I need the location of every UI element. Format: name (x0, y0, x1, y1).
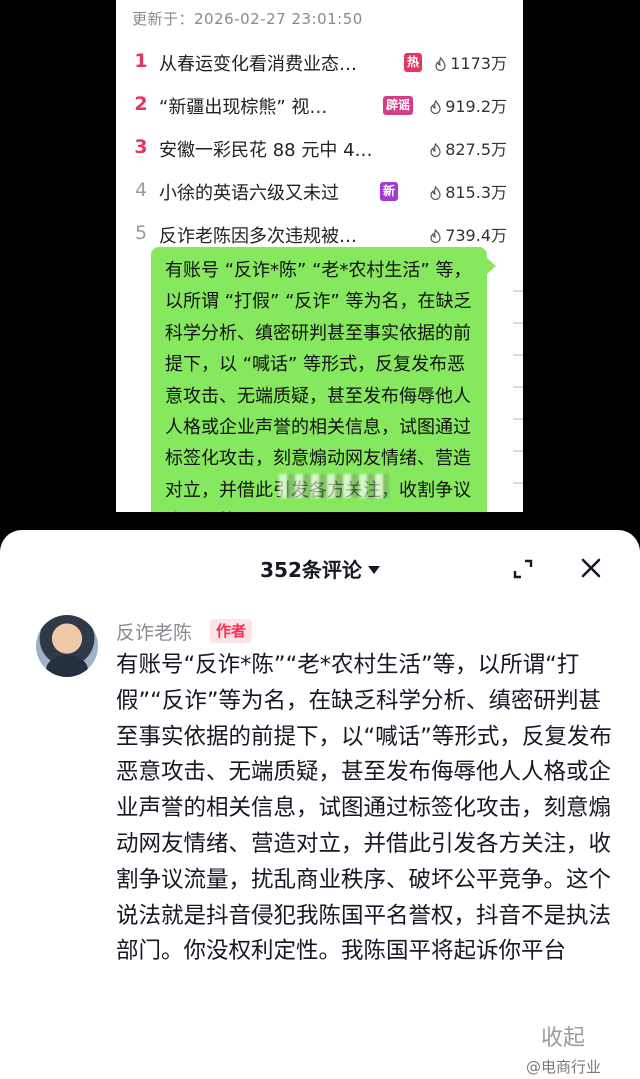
heat-value: 919.2万 (430, 93, 507, 117)
author-badge: 作者 (210, 619, 253, 643)
hot-list-item[interactable]: 4 小徐的英语六级又未过 新 815.3万 (116, 179, 523, 219)
heat-value: 1173万 (435, 50, 507, 74)
hot-list-item[interactable]: 1 从春运变化看消费业态… 热 1173万 (116, 50, 523, 90)
caret-down-icon (367, 566, 380, 574)
hot-item-title: 安徽一彩民花 88 元中 4… (159, 140, 373, 161)
rank-number: 2 (134, 93, 148, 115)
hot-item-title: 从春运变化看消费业态… (159, 54, 357, 75)
divider (513, 260, 523, 510)
comments-sheet: 352条评论 反诈老陈 作者 有账号“反诈*陈”“老*农村生活”等，以所谓“打假… (0, 530, 640, 1079)
comments-count-dropdown[interactable]: 352条评论 (0, 554, 640, 583)
flame-icon (430, 186, 441, 200)
rank-number: 4 (134, 179, 148, 201)
rank-number: 3 (134, 136, 148, 158)
mosaic-blur (279, 474, 389, 498)
new-tag: 新 (380, 182, 399, 201)
hot-item-title: 反诈老陈因多次违规被… (159, 226, 357, 247)
close-icon[interactable] (580, 557, 602, 579)
bubble-tail (487, 258, 496, 274)
hot-list-screenshot: 更新于：2026-02-27 23:01:50 1 从春运变化看消费业态… 热 … (116, 0, 523, 512)
author-name[interactable]: 反诈老陈 (116, 618, 192, 645)
heat-value: 827.5万 (430, 136, 507, 160)
watermark: @电商行业 (526, 1058, 602, 1076)
update-time: 更新于：2026-02-27 23:01:50 (132, 10, 363, 28)
flame-icon (435, 57, 446, 71)
rank-number: 5 (134, 222, 148, 244)
hot-item-title: 小徐的英语六级又未过 (159, 183, 339, 204)
flame-icon (430, 229, 441, 243)
hot-item-title: “新疆出现棕熊” 视… (159, 97, 328, 118)
expand-icon[interactable] (512, 558, 534, 580)
heat-value: 739.4万 (430, 222, 507, 246)
hot-list-item[interactable]: 3 安徽一彩民花 88 元中 4… 827.5万 (116, 136, 523, 176)
green-text-bubble: 有账号 “反诈*陈” “老*农村生活” 等，以所谓 “打假” “反诈” 等为名，… (151, 247, 487, 512)
collapse-button[interactable]: 收起 (539, 1020, 586, 1052)
rumor-tag: 辟谣 (383, 96, 414, 115)
heat-value: 815.3万 (430, 179, 507, 203)
comment-text: 有账号“反诈*陈”“老*农村生活”等，以所谓“打假”“反诈”等为名，在缺乏科学分… (116, 652, 612, 965)
hot-list-item[interactable]: 2 “新疆出现棕熊” 视… 辟谣 919.2万 (116, 93, 523, 133)
flame-icon (430, 100, 441, 114)
flame-icon (430, 143, 441, 157)
rank-number: 1 (134, 50, 148, 72)
hot-tag: 热 (404, 53, 423, 72)
avatar[interactable] (36, 615, 98, 677)
